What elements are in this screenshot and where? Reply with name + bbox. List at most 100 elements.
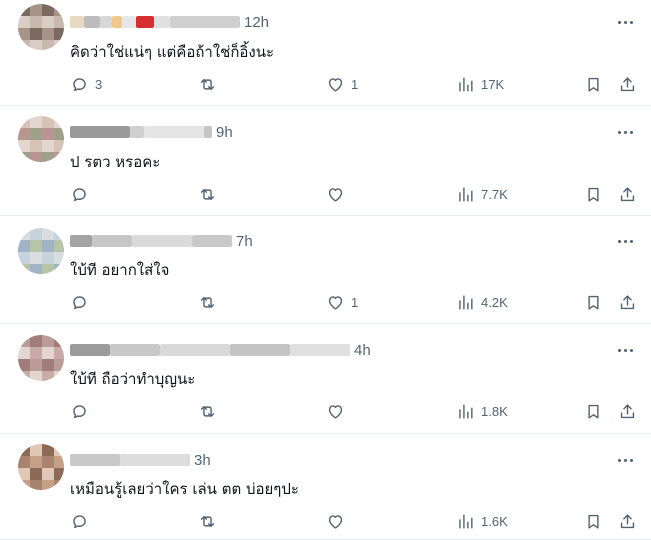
views-count: 7.7K	[481, 186, 508, 202]
post-text: คิดว่าใช่แน่ๆ แต่คือถ้าใช่ก็อิ้งนะ	[70, 43, 275, 61]
post-time[interactable]: 4h	[354, 342, 371, 359]
post-time[interactable]: 12h	[244, 14, 269, 31]
redacted-username	[70, 126, 130, 138]
more-dots-icon[interactable]	[615, 231, 635, 251]
views-button[interactable]: 4.2K	[456, 290, 508, 314]
share-icon	[618, 185, 637, 204]
heart-icon	[326, 512, 345, 531]
like-button[interactable]	[326, 182, 351, 206]
bookmark-button[interactable]	[584, 182, 603, 206]
author-row[interactable]: 7h	[70, 231, 253, 251]
more-dots-icon[interactable]	[615, 340, 635, 360]
reply-button[interactable]	[70, 290, 95, 314]
share-button[interactable]	[618, 182, 637, 206]
redacted-username	[230, 344, 290, 356]
redacted-username	[130, 126, 144, 138]
views-count: 1.6K	[481, 513, 508, 529]
reply-post[interactable]: 7h ใบ้ที อยากใส่ใจ 1 4.2K	[0, 216, 651, 324]
action-bar: 3 1 17K	[70, 72, 642, 96]
reply-post[interactable]: 12h คิดว่าใช่แน่ๆ แต่คือถ้าใช่ก็อิ้งนะ 3 1 1…	[0, 0, 651, 106]
views-chart-icon	[456, 75, 475, 94]
author-row[interactable]: 9h	[70, 122, 233, 142]
reply-feed: 12h คิดว่าใช่แน่ๆ แต่คือถ้าใช่ก็อิ้งนะ 3 1 1…	[0, 0, 651, 540]
like-button[interactable]: 1	[326, 290, 358, 314]
reply-post[interactable]: 4h ใบ้ที ถือว่าทำบุญนะ 1.8K	[0, 324, 651, 434]
more-dots-icon[interactable]	[615, 12, 635, 32]
redacted-username	[122, 16, 136, 28]
repost-icon	[198, 75, 217, 94]
views-button[interactable]: 7.7K	[456, 182, 508, 206]
like-count: 1	[351, 76, 359, 92]
bookmark-button[interactable]	[584, 399, 603, 423]
reply-icon	[70, 75, 89, 94]
views-button[interactable]: 1.6K	[456, 509, 508, 533]
bookmark-button[interactable]	[584, 290, 603, 314]
author-row[interactable]: 4h	[70, 340, 371, 360]
repost-button[interactable]	[198, 182, 223, 206]
post-text: เหมือนรู้เลยว่าใคร เล่น ตต บ่อยๆปะ	[70, 480, 299, 498]
views-count: 17K	[481, 76, 505, 92]
bookmark-button[interactable]	[584, 509, 603, 533]
avatar[interactable]	[18, 444, 64, 490]
post-time[interactable]: 9h	[216, 124, 233, 141]
reply-button[interactable]	[70, 399, 95, 423]
reply-icon	[70, 185, 89, 204]
redacted-username	[110, 344, 160, 356]
author-row[interactable]: 12h	[70, 12, 269, 32]
heart-icon	[326, 402, 345, 421]
share-icon	[618, 75, 637, 94]
redacted-username	[136, 16, 154, 28]
avatar[interactable]	[18, 4, 64, 50]
post-time[interactable]: 7h	[236, 233, 253, 250]
reply-button[interactable]	[70, 182, 95, 206]
reply-button[interactable]: 3	[70, 72, 102, 96]
like-button[interactable]	[326, 509, 351, 533]
more-dots-icon[interactable]	[615, 122, 635, 142]
avatar[interactable]	[18, 116, 64, 162]
bookmark-button[interactable]	[584, 72, 603, 96]
author-row[interactable]: 3h	[70, 450, 211, 470]
post-time[interactable]: 3h	[194, 452, 211, 469]
share-button[interactable]	[618, 399, 637, 423]
redacted-username	[192, 235, 232, 247]
reply-post[interactable]: 3h เหมือนรู้เลยว่าใคร เล่น ตต บ่อยๆปะ 1.6K	[0, 434, 651, 540]
repost-button[interactable]	[198, 509, 223, 533]
redacted-username	[92, 235, 132, 247]
views-chart-icon	[456, 512, 475, 531]
action-bar: 1 4.2K	[70, 290, 642, 314]
views-button[interactable]: 1.8K	[456, 399, 508, 423]
repost-button[interactable]	[198, 399, 223, 423]
redacted-username	[160, 344, 230, 356]
like-button[interactable]	[326, 399, 351, 423]
repost-icon	[198, 402, 217, 421]
redacted-username	[170, 16, 240, 28]
bookmark-icon	[584, 75, 603, 94]
reply-post[interactable]: 9h ป รตว หรอคะ 7.7K	[0, 106, 651, 216]
redacted-username	[112, 16, 122, 28]
more-dots-icon[interactable]	[615, 450, 635, 470]
reply-count: 3	[95, 76, 103, 92]
redacted-username	[204, 126, 212, 138]
share-button[interactable]	[618, 290, 637, 314]
avatar[interactable]	[18, 335, 64, 381]
views-button[interactable]: 17K	[456, 72, 504, 96]
bookmark-icon	[584, 185, 603, 204]
repost-icon	[198, 512, 217, 531]
views-count: 4.2K	[481, 294, 508, 310]
share-button[interactable]	[618, 72, 637, 96]
reply-button[interactable]	[70, 509, 95, 533]
share-button[interactable]	[618, 509, 637, 533]
redacted-username	[132, 235, 192, 247]
redacted-username	[70, 16, 84, 28]
like-button[interactable]: 1	[326, 72, 358, 96]
avatar[interactable]	[18, 228, 64, 274]
post-text: ใบ้ที อยากใส่ใจ	[70, 261, 170, 279]
redacted-username	[290, 344, 350, 356]
action-bar: 1.6K	[70, 509, 642, 533]
redacted-username	[120, 454, 190, 466]
redacted-username	[84, 16, 100, 28]
like-count: 1	[351, 294, 359, 310]
repost-button[interactable]	[198, 290, 223, 314]
repost-button[interactable]	[198, 72, 223, 96]
reply-icon	[70, 293, 89, 312]
